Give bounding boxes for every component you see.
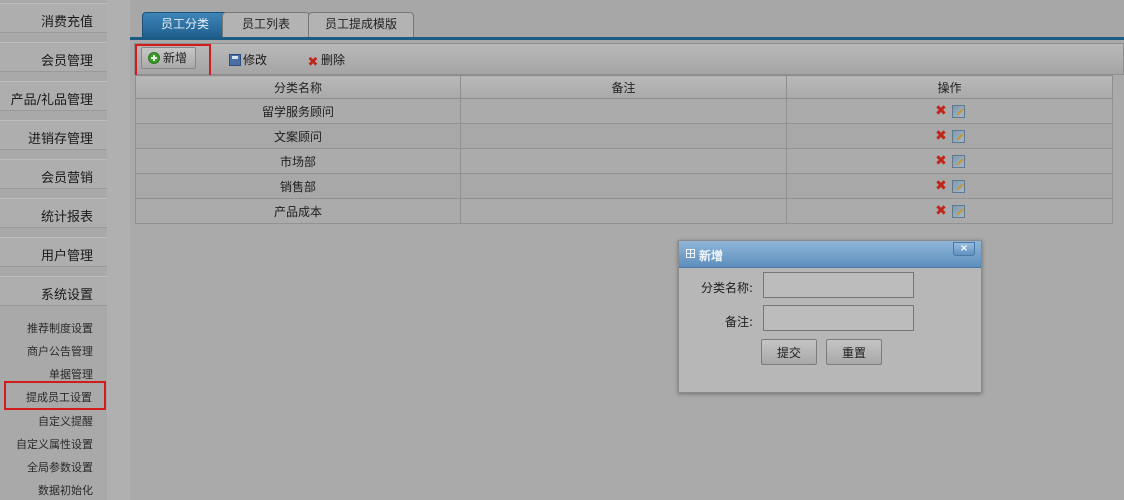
sidebar-subitem-documents[interactable]: 单据管理	[49, 366, 93, 382]
table-row[interactable]: 文案顾问 ✖	[135, 123, 1113, 149]
sidebar-menu-products[interactable]: 产品/礼品管理	[0, 81, 107, 111]
delete-button-label: 删除	[321, 53, 346, 67]
sidebar-menu-label: 进销存管理	[27, 132, 93, 147]
add-button-highlight: 新增	[135, 44, 211, 79]
column-header-actions: 操作	[786, 75, 1113, 99]
delete-button[interactable]: ✖ 删除	[307, 50, 345, 70]
cell-actions: ✖	[786, 98, 1113, 124]
sidebar-subitem-global-params[interactable]: 全局参数设置	[27, 459, 93, 475]
cell-actions: ✖	[786, 198, 1113, 224]
table-header-row: 分类名称 备注 操作	[135, 75, 1113, 99]
tab-staff-category[interactable]: 员工分类	[142, 12, 228, 37]
submit-button[interactable]: 提交	[761, 339, 817, 365]
sidebar-menu-inventory[interactable]: 进销存管理	[0, 120, 107, 150]
add-icon	[148, 52, 160, 64]
sidebar-menu-label: 会员管理	[40, 54, 93, 69]
sidebar-menu-reports[interactable]: 统计报表	[0, 198, 107, 228]
edit-icon[interactable]	[951, 205, 965, 218]
cell-note	[460, 148, 787, 174]
sidebar-menu-label: 系统设置	[40, 288, 93, 303]
cell-name: 产品成本	[135, 198, 461, 224]
sidebar-subitem-reminders[interactable]: 自定义提醒	[38, 413, 93, 429]
sidebar-menu-users[interactable]: 用户管理	[0, 237, 107, 267]
window-icon	[686, 249, 695, 258]
save-icon	[229, 54, 241, 66]
table-row[interactable]: 市场部 ✖	[135, 148, 1113, 174]
sidebar-subitem-commission-staff[interactable]: 提成员工设置	[4, 381, 106, 410]
sidebar-menu-members[interactable]: 会员管理	[0, 42, 107, 72]
delete-icon[interactable]: ✖	[935, 204, 948, 218]
sidebar-menu-settings[interactable]: 系统设置	[0, 276, 107, 306]
sidebar-menu-label: 会员营销	[40, 171, 93, 186]
cell-note	[460, 198, 787, 224]
dialog-header[interactable]: 新增 ×	[679, 241, 981, 268]
cell-name: 市场部	[135, 148, 461, 174]
sidebar-menu-recharge[interactable]: 消费充值	[0, 3, 107, 33]
cell-actions: ✖	[786, 173, 1113, 199]
cell-note	[460, 123, 787, 149]
delete-icon: ✖	[307, 55, 319, 70]
reset-button[interactable]: 重置	[826, 339, 882, 365]
note-input[interactable]	[763, 305, 914, 331]
column-header-note[interactable]: 备注	[460, 75, 787, 99]
edit-icon[interactable]	[951, 105, 965, 118]
cell-note	[460, 173, 787, 199]
sidebar-menu-marketing[interactable]: 会员营销	[0, 159, 107, 189]
category-name-label: 分类名称:	[700, 281, 753, 295]
edit-button[interactable]: 修改	[229, 50, 267, 70]
sidebar-subitem-referral[interactable]: 推荐制度设置	[27, 320, 93, 336]
cell-name: 文案顾问	[135, 123, 461, 149]
category-table: 分类名称 备注 操作 留学服务顾问 ✖ 文案顾问 ✖ 市场部 ✖ 销售部 ✖ 产…	[135, 75, 1113, 224]
tab-bar: 员工分类 员工列表 员工提成模版	[130, 0, 1124, 40]
table-row[interactable]: 留学服务顾问 ✖	[135, 98, 1113, 124]
edit-icon[interactable]	[951, 155, 965, 168]
sidebar-subitem-data-init[interactable]: 数据初始化	[38, 482, 93, 498]
tab-staff-list[interactable]: 员工列表	[222, 12, 310, 37]
delete-icon[interactable]: ✖	[935, 129, 948, 143]
table-row[interactable]: 销售部 ✖	[135, 173, 1113, 199]
add-category-dialog: 新增 × 分类名称: 备注: 提交 重置	[678, 240, 982, 393]
dialog-title: 新增	[699, 249, 724, 263]
sidebar-menu-label: 用户管理	[40, 249, 93, 264]
sidebar-menu-label: 产品/礼品管理	[10, 93, 93, 108]
sidebar-subitem-announcement[interactable]: 商户公告管理	[27, 343, 93, 359]
edit-button-label: 修改	[243, 53, 268, 67]
delete-icon[interactable]: ✖	[935, 104, 948, 118]
edit-icon[interactable]	[951, 180, 965, 193]
sidebar-subitem-custom-attributes[interactable]: 自定义属性设置	[16, 436, 93, 452]
column-header-name[interactable]: 分类名称	[135, 75, 461, 99]
delete-icon[interactable]: ✖	[935, 154, 948, 168]
sidebar-menu-label: 消费充值	[40, 15, 93, 30]
table-row[interactable]: 产品成本 ✖	[135, 198, 1113, 224]
category-name-input[interactable]	[763, 272, 914, 298]
toolbar: 新增 修改 ✖ 删除	[134, 43, 1124, 79]
note-label: 备注:	[724, 315, 753, 329]
cell-actions: ✖	[786, 123, 1113, 149]
edit-icon[interactable]	[951, 130, 965, 143]
add-button-label: 新增	[163, 51, 188, 65]
tab-commission-template[interactable]: 员工提成模版	[308, 12, 414, 37]
delete-icon[interactable]: ✖	[935, 179, 948, 193]
sidebar-menu-label: 统计报表	[40, 210, 93, 225]
close-button[interactable]: ×	[953, 242, 975, 256]
cell-name: 销售部	[135, 173, 461, 199]
add-button[interactable]: 新增	[141, 47, 197, 69]
cell-note	[460, 98, 787, 124]
cell-actions: ✖	[786, 148, 1113, 174]
sidebar: 消费充值 会员管理 产品/礼品管理 进销存管理 会员营销 统计报表 用户管理 系…	[0, 0, 107, 500]
cell-name: 留学服务顾问	[135, 98, 461, 124]
